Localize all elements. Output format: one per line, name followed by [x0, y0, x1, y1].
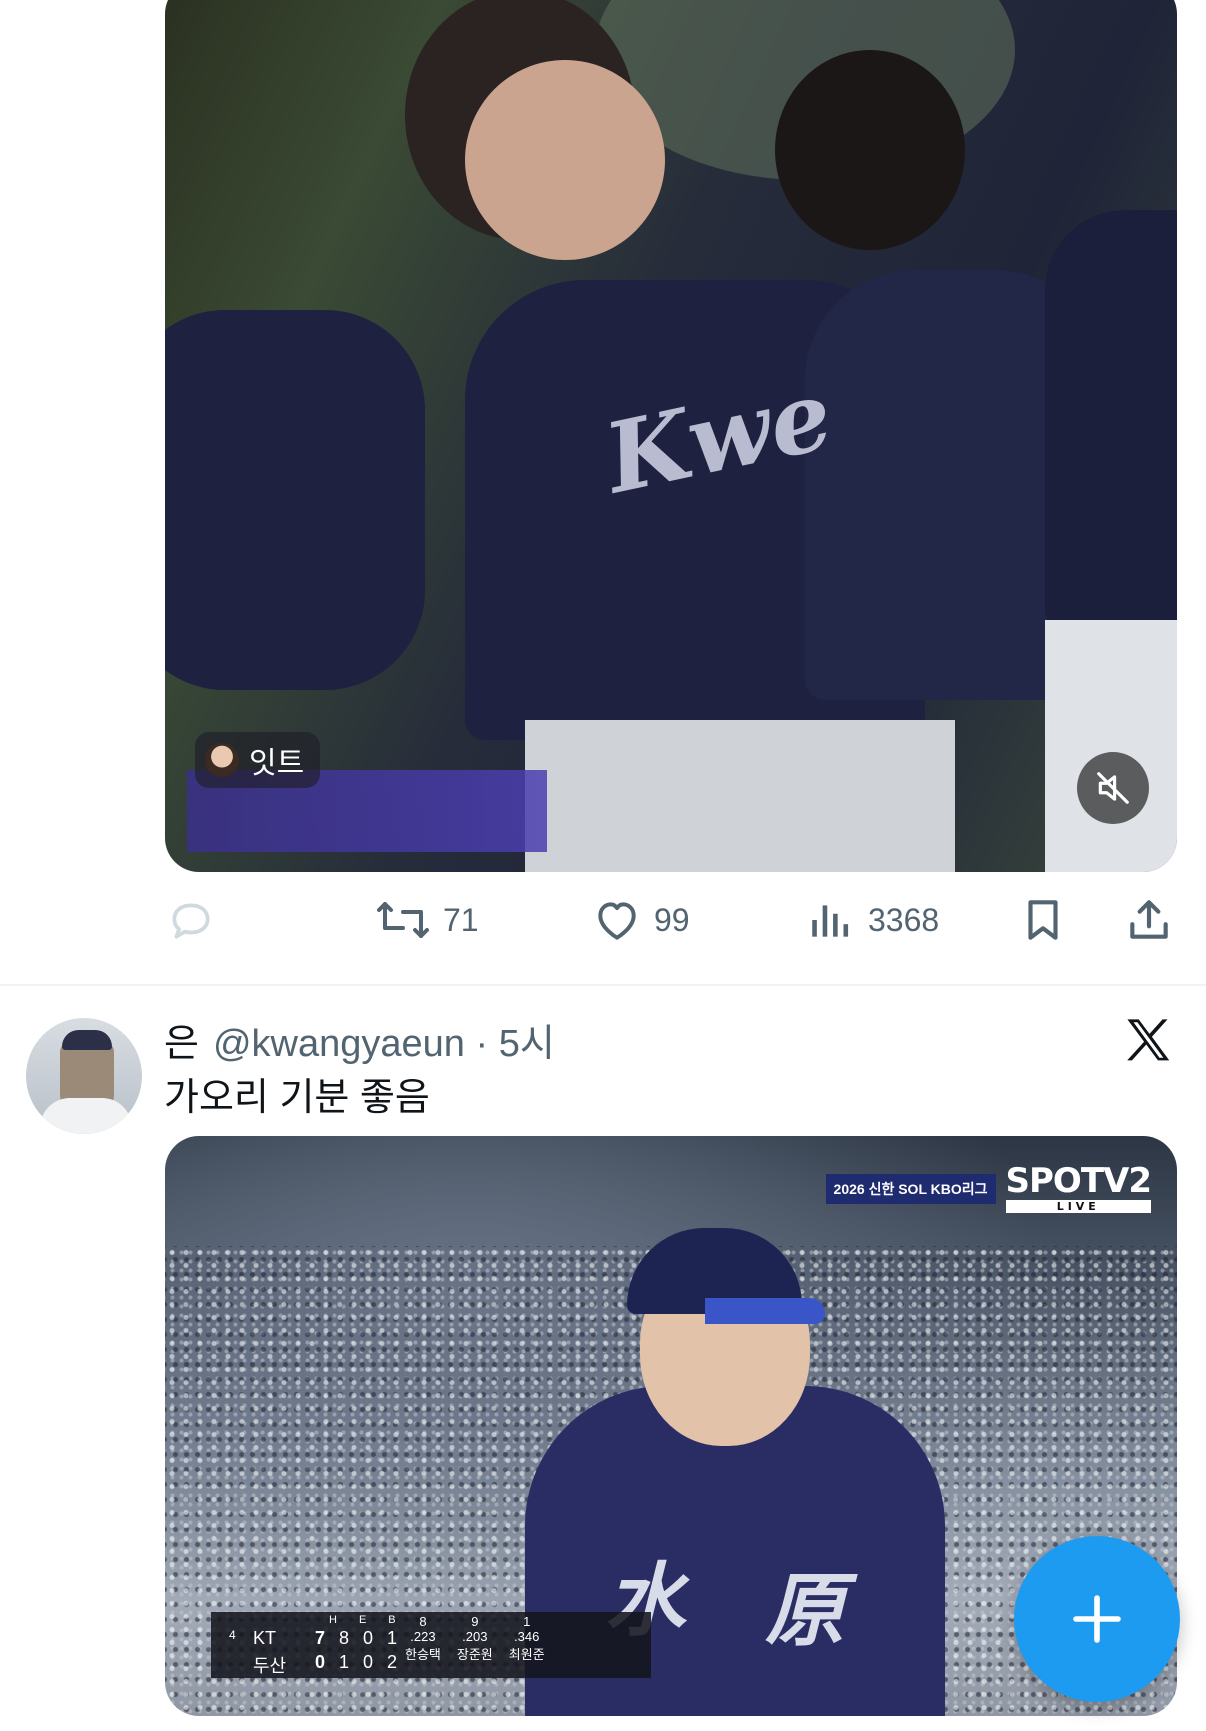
pants-center [525, 720, 955, 872]
home-h: 1 [339, 1652, 350, 1672]
home-team: 두산 [253, 1656, 287, 1676]
reply-button[interactable] [166, 895, 228, 945]
like-count: 99 [654, 901, 690, 938]
tweet-divider [0, 984, 1206, 986]
avatar-cap [62, 1030, 112, 1050]
channel-name: SPOTV2 [1005, 1161, 1152, 1201]
away-e: 0 [363, 1628, 374, 1648]
lineup-order: 9 [471, 1614, 479, 1629]
share-icon [1130, 900, 1168, 939]
player-head-2 [775, 50, 965, 250]
bookmark-button[interactable] [1018, 895, 1068, 945]
player-cap-brim [705, 1298, 825, 1324]
jersey-char-2: 原 [765, 1563, 845, 1657]
tweet1-video[interactable]: Kwe 잇트 [165, 0, 1177, 872]
chip-avatar [205, 743, 239, 777]
reply-icon [172, 903, 210, 939]
lineup-name: 장준원 [456, 1647, 493, 1662]
kbo-tag: 2026 신한 SOL KBO리그 [825, 1173, 996, 1204]
jersey-far-right [1045, 210, 1177, 630]
avatar-figure [60, 1042, 114, 1106]
spotv-logo: SPOTV2 LIVE [1005, 1161, 1152, 1213]
home-runs: 0 [315, 1652, 326, 1672]
home-b: 2 [387, 1652, 398, 1672]
share-button[interactable] [1124, 895, 1174, 945]
live-label: LIVE [1005, 1200, 1151, 1213]
tweet2-author-line[interactable]: 은 @kwangyaeun · 5시 [164, 1012, 555, 1067]
broadcast-logo: 2026 신한 SOL KBO리그 SPOTV2 LIVE [825, 1161, 1152, 1213]
jersey-left [165, 310, 425, 690]
retweet-button[interactable]: 71 [375, 895, 479, 945]
chip-name: 잇트 [249, 747, 305, 780]
plus-icon [1073, 1595, 1121, 1643]
mute-button[interactable] [1077, 752, 1149, 824]
avatar-shirt [40, 1098, 132, 1134]
tweet2-avatar[interactable] [26, 1018, 142, 1134]
retweet-icon [377, 902, 429, 938]
display-name[interactable]: 은 [164, 1012, 199, 1067]
mute-icon [1097, 772, 1129, 804]
like-button[interactable]: 99 [592, 895, 690, 945]
views-icon [812, 905, 849, 937]
player-face-1 [465, 60, 665, 260]
lineup-order: 1 [523, 1614, 531, 1629]
header-h: H [329, 1614, 337, 1626]
lineup-item: 9 .203 장준원 [457, 1614, 493, 1663]
lineup-avg: .346 [514, 1629, 540, 1644]
away-b: 1 [387, 1628, 398, 1648]
x-logo-icon [1127, 1019, 1170, 1061]
compose-button[interactable] [1014, 1536, 1180, 1702]
header-e: E [358, 1614, 367, 1626]
home-e: 0 [363, 1652, 374, 1672]
batting-lineup: 8 .223 한승택 9 .203 장준원 1 .346 최원준 [405, 1614, 545, 1663]
retweet-count: 71 [443, 901, 479, 938]
tweet2-text: 가오리 기분 좋음 [164, 1077, 430, 1119]
lineup-name: 최원준 [508, 1647, 545, 1662]
view-count: 3368 [868, 901, 940, 938]
score-row-home: 두산 0 1 0 2 [253, 1652, 397, 1678]
video-author-chip[interactable]: 잇트 [195, 732, 321, 788]
header-b: B [388, 1614, 396, 1626]
handle-and-time[interactable]: @kwangyaeun · 5시 [213, 1012, 555, 1067]
lineup-name: 한승택 [405, 1647, 441, 1662]
lineup-item: 8 .223 한승택 [405, 1614, 441, 1663]
lineup-avg: .223 [410, 1629, 436, 1644]
pants-right [1045, 620, 1177, 872]
heart-icon [598, 902, 636, 940]
away-runs: 7 [315, 1628, 326, 1648]
lineup-item: 1 .346 최원준 [509, 1614, 545, 1663]
views-button[interactable]: 3368 [806, 895, 939, 945]
lineup-order: 8 [419, 1614, 427, 1629]
scoreboard-headers: H E B [329, 1614, 396, 1626]
bookmark-icon [1028, 900, 1058, 940]
away-team: KT [253, 1628, 277, 1648]
away-h: 8 [339, 1628, 350, 1648]
inning: 4 [229, 1628, 236, 1642]
score-row-away: 4 KT 7 8 0 1 [229, 1628, 397, 1649]
lineup-avg: .203 [462, 1629, 488, 1644]
